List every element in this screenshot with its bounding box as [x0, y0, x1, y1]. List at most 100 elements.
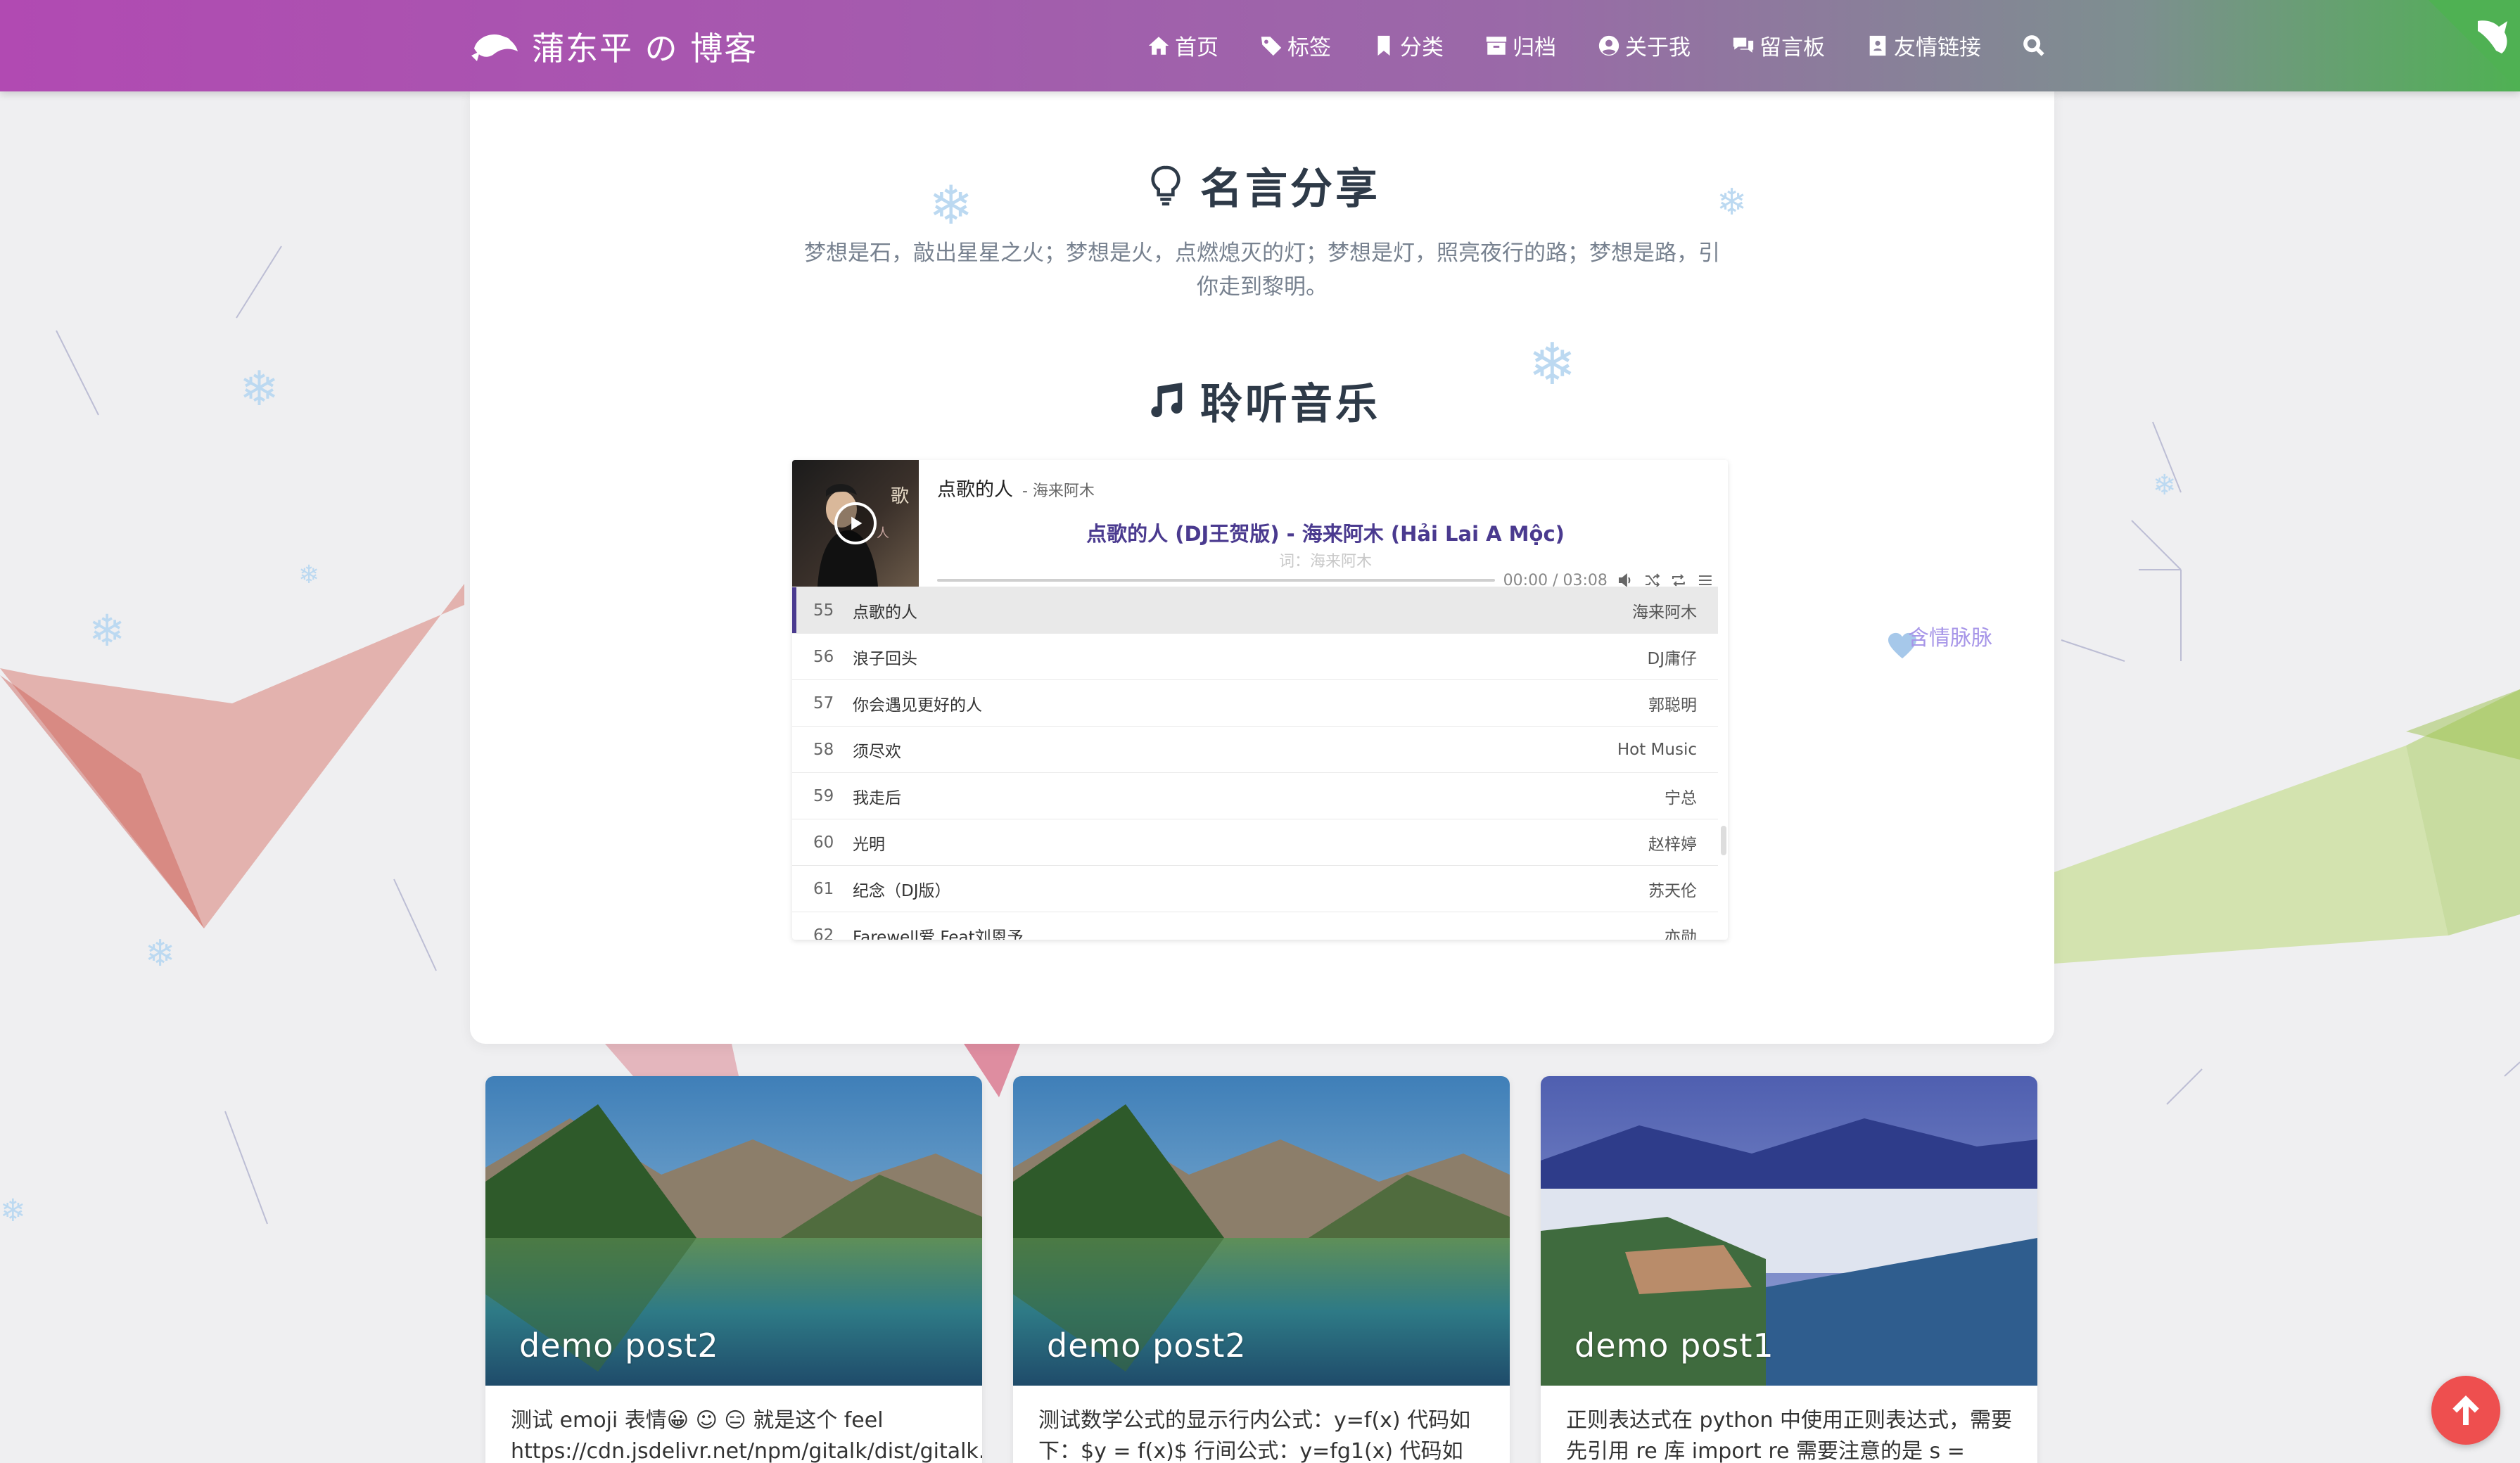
nav-item-tags[interactable]: 标签	[1259, 30, 1331, 61]
play-button[interactable]	[834, 502, 877, 544]
svg-text:人: 人	[877, 526, 889, 541]
mood-text: 含情脉脉	[1908, 626, 1992, 651]
snowflake-icon: ❄	[2153, 469, 2177, 501]
play-icon	[851, 516, 863, 530]
address-book-icon	[1869, 35, 1886, 56]
snowflake-icon: ❄	[929, 174, 974, 236]
playlist-item-index: 62	[813, 926, 834, 940]
fish-logo-icon	[471, 34, 518, 61]
music-section-title: 聆听音乐	[470, 370, 2054, 431]
playlist-item-index: 58	[813, 740, 834, 759]
playlist-item-name: 你会遇见更好的人	[853, 696, 982, 715]
playlist-item-index: 61	[813, 879, 834, 898]
player-info: 点歌的人 - 海来阿木 点歌的人 (DJ王贺版) - 海来阿木 (Hải Lai…	[937, 474, 1714, 589]
lyric-sub: 词：海来阿木	[1278, 553, 1372, 570]
playlist-item[interactable]: 58 须尽欢 Hot Music	[792, 726, 1718, 772]
main-card: 名言分享 梦想是石，敲出星星之火；梦想是火，点燃熄灭的灯；梦想是灯，照亮夜行的路…	[470, 91, 2054, 1044]
search-button[interactable]	[2022, 34, 2050, 58]
playlist-item-name: 浪子回头	[853, 649, 917, 668]
nav-menu: 首页 标签 分类 归档 关于我 留言板 友情链接	[1147, 30, 2091, 61]
tag-icon	[1261, 36, 1282, 56]
mood-widget[interactable]: 含情脉脉	[1887, 612, 1992, 660]
nav-item-label: 分类	[1400, 35, 1444, 60]
song-title: 点歌的人	[937, 479, 1013, 501]
playlist-item-artist: Hot Music	[1617, 740, 1697, 759]
post-title[interactable]: demo post1	[1574, 1327, 1774, 1365]
post-card[interactable]: demo post2 测试 emoji 表情😀 ☺ 😑 就是这个 feel ht…	[485, 1076, 982, 1463]
playlist-item-index: 60	[813, 833, 834, 852]
nav-item-home[interactable]: 首页	[1147, 30, 1218, 61]
playlist-item[interactable]: 61 纪念（DJ版） 苏天伦	[792, 865, 1718, 912]
nav-item-archives[interactable]: 归档	[1484, 30, 1556, 61]
arrow-up-icon	[2452, 1395, 2479, 1425]
post-card[interactable]: demo post2 测试数学公式的显示行内公式：y=f(x) 代码如下：$y …	[1013, 1076, 1510, 1463]
snowflake-icon: ❄	[1717, 181, 1748, 224]
playlist: 55 点歌的人 海来阿木 56 浪子回头 DJ庸仔 57 你会遇见更好的人 郭聪明 58 须尽欢 Ho…	[792, 587, 1718, 940]
nav-item-label: 留言板	[1759, 35, 1825, 60]
playlist-item-artist: 宁总	[1665, 788, 1697, 807]
playlist-item-name: 光明	[853, 835, 885, 854]
playlist-item[interactable]: 60 光明 赵梓婷	[792, 819, 1718, 865]
nav-item-friends[interactable]: 友情链接	[1866, 30, 1981, 61]
post-excerpt: 正则表达式在 python 中使用正则表达式，需要先引用 re 库 import…	[1566, 1408, 2013, 1463]
top-navbar: 蒲东平 の 博客 首页 标签 分类 归档 关于我 留言板 友情链接	[0, 0, 2520, 91]
playlist-item-index: 55	[813, 601, 834, 620]
snowflake-icon: ❄	[239, 362, 279, 417]
home-icon	[1148, 36, 1169, 55]
quote-title: 名言分享	[1200, 165, 1380, 214]
music-title: 聆听音乐	[1200, 380, 1380, 429]
bookmark-icon	[1377, 35, 1390, 56]
post-card[interactable]: demo post1 正则表达式在 python 中使用正则表达式，需要先引用 …	[1541, 1076, 2037, 1463]
playlist-item[interactable]: 55 点歌的人 海来阿木	[792, 587, 1718, 634]
playlist-item[interactable]: 62 Farewell爱 Feat刘恩予 亦勋	[792, 912, 1718, 940]
playlist-item-index: 56	[813, 647, 834, 666]
playlist-item-index: 59	[813, 786, 834, 805]
lightbulb-icon	[1151, 165, 1181, 205]
playlist-scrollbar[interactable]	[1721, 826, 1726, 855]
nav-item-label: 标签	[1287, 35, 1331, 60]
snowflake-icon: ❄	[1528, 331, 1577, 398]
playlist-item-artist: DJ庸仔	[1647, 649, 1698, 668]
playlist-item[interactable]: 56 浪子回头 DJ庸仔	[792, 633, 1718, 679]
svg-text:歌: 歌	[891, 486, 909, 507]
playlist-item[interactable]: 59 我走后 宁总	[792, 772, 1718, 819]
playlist-item-artist: 赵梓婷	[1648, 835, 1697, 854]
nav-item-label: 友情链接	[1894, 35, 1981, 60]
github-corner[interactable]	[2429, 0, 2520, 91]
music-note-icon	[1151, 382, 1183, 417]
playlist-item[interactable]: 57 你会遇见更好的人 郭聪明	[792, 679, 1718, 726]
playlist-item-name: 点歌的人	[853, 603, 917, 622]
song-artist: - 海来阿木	[1017, 483, 1095, 500]
quote-text: 梦想是石，敲出星星之火；梦想是火，点燃熄灭的灯；梦想是灯，照亮夜行的路；梦想是路…	[804, 241, 1720, 300]
nav-item-categories[interactable]: 分类	[1372, 30, 1444, 61]
post-title[interactable]: demo post2	[1047, 1327, 1247, 1365]
snowflake-icon: ❄	[0, 1193, 26, 1229]
nav-item-guestbook[interactable]: 留言板	[1731, 30, 1825, 61]
playlist-item-artist: 苏天伦	[1648, 881, 1697, 900]
playlist-item-name: 我走后	[853, 788, 901, 807]
back-to-top-button[interactable]	[2431, 1376, 2500, 1445]
progress-bar[interactable]	[937, 579, 1495, 582]
playlist-item-name: 纪念（DJ版）	[853, 881, 951, 900]
quote-section-title: 名言分享	[470, 155, 2054, 216]
album-cover[interactable]: 歌 人	[792, 460, 919, 587]
brand[interactable]: 蒲东平 の 博客	[470, 24, 758, 69]
playlist-item-artist: 海来阿木	[1632, 603, 1697, 622]
octocat-icon	[2429, 0, 2520, 91]
post-title[interactable]: demo post2	[519, 1327, 719, 1365]
nav-item-label: 首页	[1175, 35, 1218, 60]
playlist-item-artist: 亦勋	[1665, 928, 1697, 940]
archive-icon	[1486, 36, 1507, 55]
snowflake-icon: ❄	[145, 933, 176, 975]
nav-item-about[interactable]: 关于我	[1597, 30, 1691, 61]
snowflake-icon: ❄	[89, 605, 125, 656]
post-excerpt: 测试数学公式的显示行内公式：y=f(x) 代码如下：$y = f(x)$ 行间公…	[1038, 1408, 1471, 1463]
nav-item-label: 关于我	[1625, 35, 1691, 60]
comments-icon	[1733, 37, 1754, 53]
brand-title: 蒲东平 の 博客	[532, 30, 758, 68]
post-excerpt: 测试 emoji 表情😀 ☺ 😑 就是这个 feel https://cdn.j…	[511, 1408, 982, 1463]
search-icon	[2023, 34, 2044, 56]
nav-item-label: 归档	[1513, 35, 1556, 60]
playlist-item-index: 57	[813, 694, 834, 713]
lyric-line: 点歌的人 (DJ王贺版) - 海来阿木 (Hải Lai A Mộc)	[1086, 522, 1565, 546]
